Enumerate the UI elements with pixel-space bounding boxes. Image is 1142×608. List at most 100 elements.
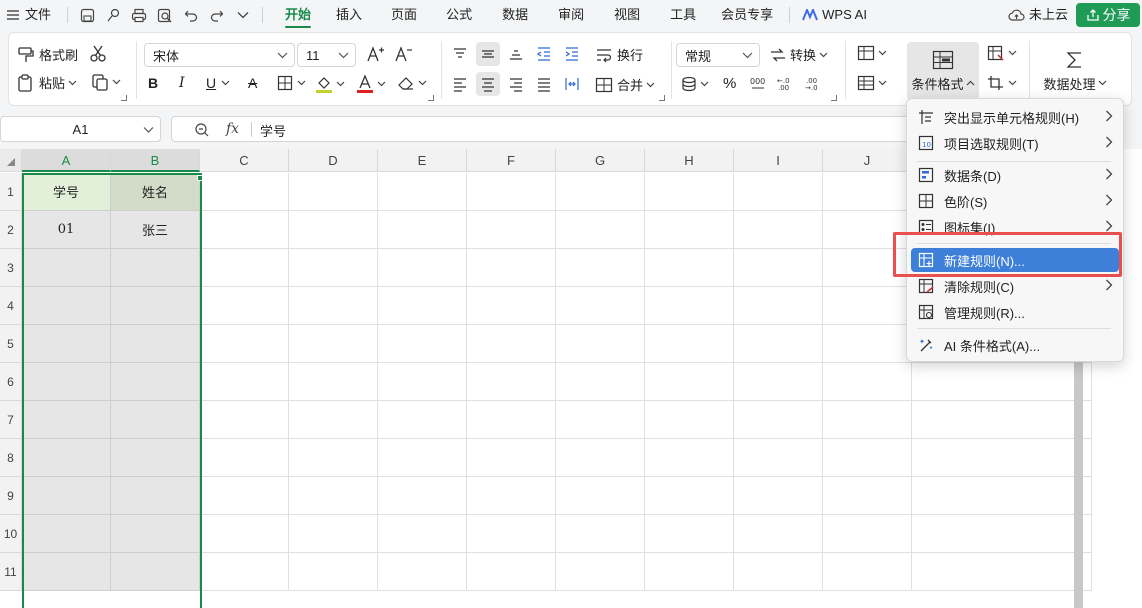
cell-j7[interactable] [823,401,912,439]
cell-h7[interactable] [645,401,734,439]
distribute-icon[interactable] [564,76,580,92]
tab-home[interactable]: 开始 [275,0,321,30]
cell-h1[interactable] [645,173,734,211]
align-top-icon[interactable] [452,46,468,62]
cell-g8[interactable] [556,439,645,477]
tab-view[interactable]: 视图 [599,0,655,30]
cell-i7[interactable] [734,401,823,439]
increase-font-icon[interactable] [367,46,385,62]
cell-d5[interactable] [289,325,378,363]
cell-d6[interactable] [289,363,378,401]
cell-g3[interactable] [556,249,645,287]
cell-f9[interactable] [467,477,556,515]
menu-item-data-bars[interactable]: 数据条(D) [911,163,1119,187]
cell-b11[interactable] [111,553,200,591]
tab-insert[interactable]: 插入 [321,0,377,30]
row-header-9[interactable]: 9 [0,477,22,515]
conditional-format-button[interactable]: 条件格式 [907,42,979,100]
cell-g2[interactable] [556,211,645,249]
cell-c1[interactable] [200,173,289,211]
row-header-6[interactable]: 6 [0,363,22,401]
column-header-b[interactable]: B [111,149,200,172]
number-format-select[interactable]: 常规 [676,43,760,67]
row-header-5[interactable]: 5 [0,325,22,363]
row-header-7[interactable]: 7 [0,401,22,439]
column-header-e[interactable]: E [378,149,467,172]
cell-a2[interactable]: 01 [22,211,111,249]
cell-b7[interactable] [111,401,200,439]
cell-g5[interactable] [556,325,645,363]
cell-h9[interactable] [645,477,734,515]
cell-h2[interactable] [645,211,734,249]
menu-item-clear-rules[interactable]: 清除规则(C) [911,274,1119,298]
data-process-button[interactable]: 数据处理 [1039,42,1111,100]
cell-d9[interactable] [289,477,378,515]
cell-j4[interactable] [823,287,912,325]
tab-formula[interactable]: 公式 [431,0,487,30]
dialog-launcher-icon[interactable] [428,95,434,101]
row-header-3[interactable]: 3 [0,249,22,287]
cell-f3[interactable] [467,249,556,287]
cell-e1[interactable] [378,173,467,211]
fill-color-button[interactable] [315,75,345,93]
cell-d7[interactable] [289,401,378,439]
cell-k8[interactable] [912,439,1092,477]
tab-tools[interactable]: 工具 [655,0,711,30]
column-header-c[interactable]: C [200,149,289,172]
cell-a6[interactable] [22,363,111,401]
redo-icon[interactable] [205,3,229,27]
crop-button[interactable] [987,75,1017,91]
cell-e4[interactable] [378,287,467,325]
cell-c5[interactable] [200,325,289,363]
cell-f8[interactable] [467,439,556,477]
decrease-font-icon[interactable] [395,46,413,62]
cell-e7[interactable] [378,401,467,439]
cell-c10[interactable] [200,515,289,553]
cell-i1[interactable] [734,173,823,211]
cell-k7[interactable] [912,401,1092,439]
dialog-launcher-icon[interactable] [121,95,127,101]
cell-a8[interactable] [22,439,111,477]
cell-b2[interactable]: 张三 [111,211,200,249]
cell-c11[interactable] [200,553,289,591]
column-header-f[interactable]: F [467,149,556,172]
row-header-8[interactable]: 8 [0,439,22,477]
align-bottom-icon[interactable] [508,46,524,62]
wps-ai-button[interactable]: WPS AI [796,0,877,30]
merge-button[interactable]: 合并 [595,75,655,94]
column-header-a[interactable]: A [22,149,111,172]
cell-i4[interactable] [734,287,823,325]
cell-h8[interactable] [645,439,734,477]
table-format-button[interactable] [857,75,887,91]
cell-f5[interactable] [467,325,556,363]
cell-e6[interactable] [378,363,467,401]
print-preview-icon[interactable] [153,3,177,27]
cloud-status-button[interactable]: 未上云 [1000,0,1076,30]
clear-format-button[interactable] [397,75,427,91]
cell-j11[interactable] [823,553,912,591]
cell-c9[interactable] [200,477,289,515]
fill-handle[interactable] [197,175,203,181]
cell-a3[interactable] [22,249,111,287]
align-right-icon[interactable] [508,76,524,92]
cell-g1[interactable] [556,173,645,211]
tab-review[interactable]: 审阅 [543,0,599,30]
cell-b4[interactable] [111,287,200,325]
indent-decrease-icon[interactable] [536,46,552,62]
font-color-button[interactable] [356,75,386,93]
row-header-10[interactable]: 10 [0,515,22,553]
align-left-icon[interactable] [452,76,468,92]
cell-h5[interactable] [645,325,734,363]
column-header-d[interactable]: D [289,149,378,172]
cell-d1[interactable] [289,173,378,211]
cell-a1[interactable]: 学号 [22,173,111,211]
align-center-icon[interactable] [476,72,500,96]
bold-button[interactable]: B [148,75,158,91]
cell-f4[interactable] [467,287,556,325]
thousands-separator-icon[interactable]: 000 [749,75,767,91]
cell-k11[interactable] [912,553,1092,591]
cell-f6[interactable] [467,363,556,401]
cell-h10[interactable] [645,515,734,553]
select-all-corner[interactable] [0,149,22,172]
justify-icon[interactable] [536,76,552,92]
